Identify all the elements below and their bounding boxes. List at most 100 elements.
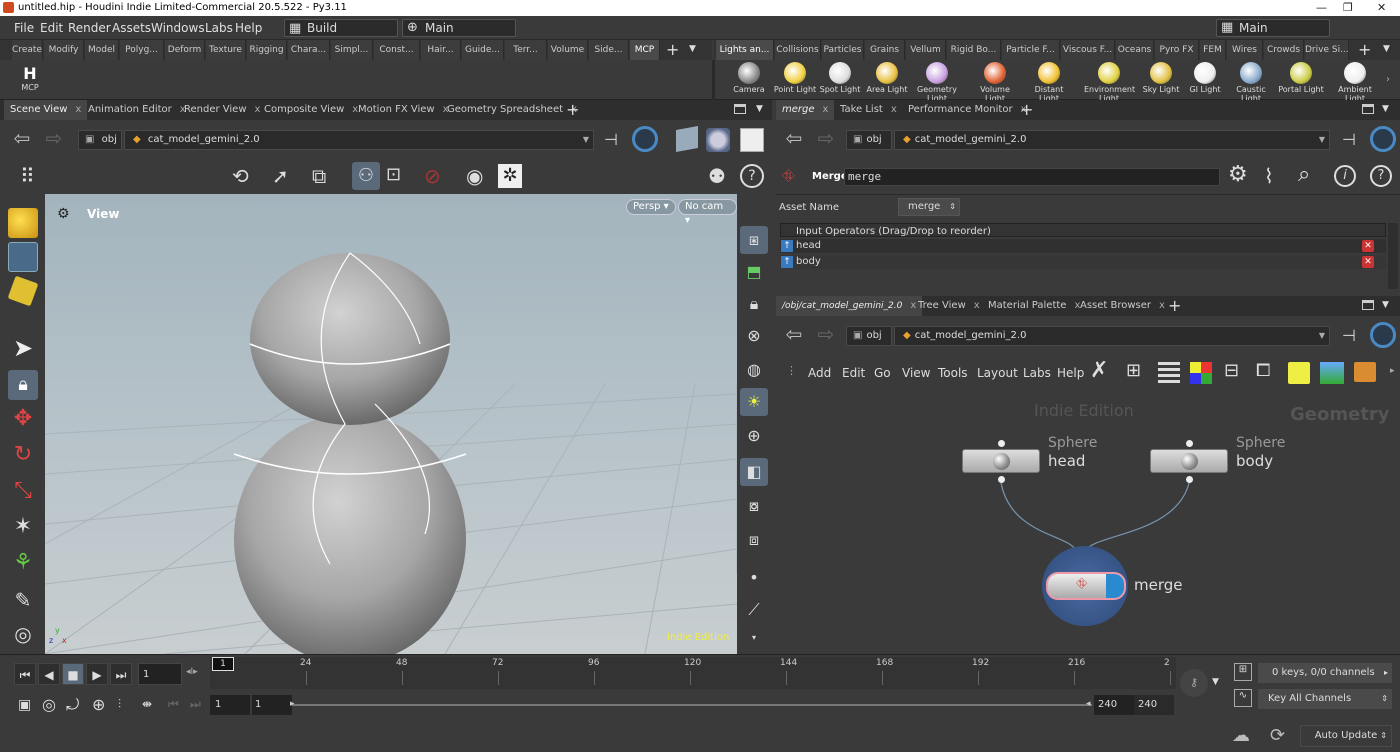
close-icon[interactable]: x (75, 104, 81, 115)
range-end-disabled-icon[interactable]: ⏭ (190, 697, 201, 712)
shelf-tab-fem[interactable]: FEM (1200, 40, 1226, 60)
spare-params-icon[interactable]: ⌇ (1264, 164, 1274, 188)
range-end-handle-icon[interactable]: ◂ (1086, 699, 1091, 709)
range-start-handle-icon[interactable]: ▸ (290, 699, 295, 709)
menu-windows[interactable]: Windows (151, 21, 205, 35)
stop-icon[interactable]: ■ (62, 663, 84, 685)
menu-assets[interactable]: Assets (112, 21, 151, 35)
ticks-icon[interactable]: ⫶ (118, 697, 121, 712)
shelf-tab-drive-sim[interactable]: Drive Si... (1305, 40, 1349, 60)
persons-icon[interactable]: ⚉ (708, 164, 726, 188)
shelf-tool-volume-light[interactable]: Volume Light (970, 62, 1020, 103)
tab-merge[interactable]: merge x (776, 100, 835, 120)
view-camera-icon[interactable]: ⚙ (57, 206, 70, 222)
shelf-tab-collisions[interactable]: Collisions (775, 40, 821, 60)
shelf-tab-volume[interactable]: Volume (548, 40, 588, 60)
shelf-tab-side[interactable]: Side... (589, 40, 629, 60)
timer-icon[interactable]: ⊕ (92, 695, 105, 714)
range-end-input[interactable]: 240 (1094, 695, 1134, 715)
mcp-tool[interactable]: H MCP (14, 64, 46, 92)
network-menu-add[interactable]: Add (808, 366, 831, 380)
path-node[interactable]: ◆ cat_model_gemini_2.0 ▼ (124, 130, 594, 150)
channel-list-icon[interactable]: ⊞ (1234, 663, 1252, 681)
shelf-tab-polygon[interactable]: Polyg... (120, 40, 164, 60)
lock-camera-icon[interactable]: 🔒︎ (740, 290, 768, 318)
network-menu-tools[interactable]: Tools (938, 366, 968, 380)
forward-arrow-icon[interactable]: ⇨ (814, 324, 838, 344)
menu-edit[interactable]: Edit (40, 21, 63, 35)
network-menu-labs[interactable]: Labs (1023, 366, 1051, 380)
scale-tool-icon[interactable]: ⤡ (8, 478, 38, 508)
cube-icon[interactable] (676, 126, 698, 152)
input-row[interactable]: ↑ head ✕ (780, 239, 1386, 253)
current-frame-input[interactable]: 1 (138, 663, 182, 685)
shelf-tab-oceans[interactable]: Oceans (1116, 40, 1154, 60)
path-dropdown-icon[interactable]: ▼ (1319, 327, 1325, 345)
settings-gear-icon[interactable]: ✲ (498, 164, 522, 188)
shelf-tab-pyro[interactable]: Pyro FX (1155, 40, 1199, 60)
gear-icon[interactable]: ⚙ (1228, 162, 1248, 187)
visibility-icon[interactable]: ⊗ (740, 322, 768, 350)
shelf-tab-deform[interactable]: Deform (165, 40, 205, 60)
path-root[interactable]: ▣ obj (846, 326, 892, 346)
tab-asset-browser[interactable]: Asset Browser x (1074, 296, 1171, 316)
camera-dropdown[interactable]: No cam ▾ (678, 199, 737, 226)
memory-icon[interactable]: ☁ (1232, 725, 1250, 746)
input-arrow-icon[interactable]: ↑ (781, 256, 793, 268)
back-arrow-icon[interactable]: ⇦ (10, 128, 34, 148)
add-light-icon[interactable]: ⊕ (740, 422, 768, 450)
wireframe-icon[interactable]: ⧇ (740, 492, 768, 520)
add-shelf-icon[interactable]: + (666, 40, 679, 59)
path-dropdown-icon[interactable]: ▼ (583, 131, 589, 149)
input-arrow-icon[interactable]: ↑ (781, 240, 793, 252)
tab-geometry-spreadsheet[interactable]: Geometry Spreadsheet x (441, 100, 583, 120)
minimize-button[interactable]: — (1316, 1, 1327, 14)
view-icon[interactable]: ⊡ (386, 164, 401, 185)
grid-view-icon[interactable]: ⊟ (1224, 360, 1239, 381)
tab-motion-fx-view[interactable]: Motion FX View x (352, 100, 455, 120)
maximize-pane-icon[interactable] (1362, 300, 1374, 310)
shelf-tab-guide[interactable]: Guide... (462, 40, 504, 60)
maximize-pane-icon[interactable] (734, 104, 746, 114)
shelf-tool-caustic-light[interactable]: Caustic Light (1226, 62, 1276, 103)
shelf-tool-spot-light[interactable]: Spot Light (815, 62, 865, 94)
network-menu-view[interactable]: View (902, 366, 930, 380)
pose-tool-icon[interactable]: ✶ (8, 514, 38, 544)
play-icon[interactable]: ▶ (86, 663, 108, 685)
3d-viewport[interactable]: ⚙ View Persp ▾ No cam ▾ Indie Edition y … (45, 194, 737, 654)
handle-icon[interactable]: ⧉ (312, 164, 326, 188)
shelf-tab-particles[interactable]: Particles (822, 40, 864, 60)
shelf-tab-simple[interactable]: Simpl... (331, 40, 373, 60)
network-options-icon[interactable]: ⋮ (786, 364, 797, 377)
ghost-icon[interactable]: ◍ (740, 356, 768, 384)
menu-labs[interactable]: Labs (205, 21, 233, 35)
key-icon[interactable]: ⚷ (1180, 669, 1208, 697)
tab-take-list[interactable]: Take List x (834, 100, 903, 120)
shelf-tool-camera[interactable]: Camera (724, 62, 774, 94)
pin-icon[interactable]: ⊣ (604, 130, 618, 149)
shelf-tab-modify[interactable]: Modify (44, 40, 84, 60)
head-input-connector[interactable] (998, 440, 1005, 447)
display-options-icon[interactable]: ⧆ (740, 226, 768, 254)
tab-composite-view[interactable]: Composite View x (258, 100, 364, 120)
select-pointer-icon[interactable]: ➤ (8, 334, 38, 364)
flipbook-icon[interactable]: ◉ (466, 164, 483, 188)
node-merge[interactable]: ⛗ (1046, 572, 1126, 600)
close-icon[interactable]: x (1159, 300, 1165, 311)
shelf-tool-geometry-light[interactable]: Geometry Light (912, 62, 962, 103)
shelf-tab-crowds[interactable]: Crowds (1264, 40, 1304, 60)
paint-tool-icon[interactable]: ✎ (8, 588, 38, 618)
help-icon[interactable]: ? (1370, 165, 1392, 187)
shelf-tab-create[interactable]: Create (12, 40, 43, 60)
construction-plane-icon[interactable]: ⬒ (740, 258, 768, 286)
select-primitives-icon[interactable] (7, 275, 39, 307)
close-icon[interactable]: x (974, 300, 980, 311)
path-dropdown-icon[interactable]: ▼ (1319, 131, 1325, 149)
maximize-pane-icon[interactable] (1362, 104, 1374, 114)
shelf-tool-gi-light[interactable]: GI Light (1180, 62, 1230, 94)
tab-material-palette[interactable]: Material Palette x (982, 296, 1086, 316)
add-tab-icon[interactable]: + (1168, 296, 1181, 315)
camera-tumble-icon[interactable]: ⟲ (232, 164, 249, 188)
shelf-tool-environment-light[interactable]: Environment Light (1084, 62, 1135, 103)
template-icon[interactable]: ⧈ (740, 526, 768, 554)
